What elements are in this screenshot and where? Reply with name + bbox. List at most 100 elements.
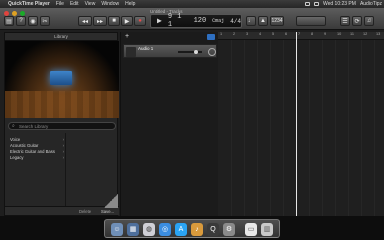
- search-input[interactable]: ⌕ Search Library: [8, 122, 116, 130]
- safari-icon[interactable]: ◎: [159, 223, 171, 236]
- grid-line: [361, 40, 362, 216]
- search-icon: ⌕: [12, 123, 15, 129]
- grid-line: [270, 40, 271, 216]
- menu-window[interactable]: Window: [101, 1, 119, 7]
- amp-icon: [50, 71, 72, 85]
- ruler-mark: 12: [363, 32, 368, 36]
- loop-browser-button[interactable]: ⟳: [352, 16, 362, 26]
- count-in-button[interactable]: 1234: [270, 16, 284, 26]
- ruler-mark: 3: [246, 32, 249, 36]
- lcd-play-icon: ▶: [157, 17, 162, 26]
- category-item-legacy[interactable]: Legacy ›: [7, 155, 65, 161]
- stage-floor: [5, 91, 119, 118]
- dock: ☺ ▦ ◍ ◎ A ♪ Q ⚙ ▭ ▥: [104, 219, 280, 238]
- catch-playhead-button[interactable]: [207, 34, 215, 40]
- quicktime-icon[interactable]: Q: [207, 223, 219, 236]
- ruler-mark: 8: [311, 32, 314, 36]
- media-browser-button[interactable]: ♫: [364, 16, 374, 26]
- save-button[interactable]: Save...: [101, 209, 114, 214]
- app-store-icon[interactable]: A: [175, 223, 187, 236]
- category-label: Acoustic Guitar: [10, 143, 39, 148]
- microphone-icon: [126, 47, 136, 57]
- ruler-mark: 7: [298, 32, 301, 36]
- lcd-tempo: 120: [193, 17, 207, 25]
- grid-line: [309, 40, 310, 216]
- garageband-icon[interactable]: ♪: [191, 223, 203, 236]
- grid-line: [335, 40, 336, 216]
- menu-edit[interactable]: Edit: [70, 1, 79, 7]
- grid-line: [244, 40, 245, 216]
- category-label: Electric Guitar and Bass: [10, 149, 55, 154]
- help-button[interactable]: ?: [16, 16, 26, 26]
- category-label: Legacy: [10, 155, 24, 160]
- category-label: Voice: [10, 137, 21, 142]
- menubar-status: Wed 10:23 PM AudioTipz: [304, 0, 382, 8]
- rewind-button[interactable]: ◂◂: [78, 16, 92, 26]
- control-bar: Untitled - Tracks ▤ ? ◉ ✂ ◂◂ ▸▸ ■ ▶ ● ▶ …: [0, 8, 384, 30]
- launchpad-icon[interactable]: ◍: [143, 223, 155, 236]
- grid-line: [322, 40, 323, 216]
- tracks-area[interactable]: 1 2 3 4 5 6 7 8 9 10 11 12 13: [218, 32, 384, 216]
- stop-button[interactable]: ■: [108, 16, 120, 26]
- documents-stack-icon[interactable]: ▭: [245, 223, 257, 236]
- search-placeholder: Search Library: [19, 124, 49, 129]
- track-name: Audio 1: [138, 46, 154, 51]
- library-panel: Library ⌕ Search Library Voice › Acoustic…: [4, 32, 119, 216]
- master-volume-slider[interactable]: [296, 16, 326, 26]
- play-button[interactable]: ▶: [121, 16, 133, 26]
- delete-button[interactable]: Delete: [79, 209, 91, 214]
- playhead[interactable]: [296, 32, 297, 216]
- ruler-mark: 10: [337, 32, 342, 36]
- menu-app-name[interactable]: QuickTime Player: [8, 1, 50, 7]
- library-category-list: Voice › Acoustic Guitar › Electric Guitar …: [7, 137, 65, 161]
- grid-line: [374, 40, 375, 216]
- ruler-mark: 13: [376, 32, 381, 36]
- library-toggle-button[interactable]: ▤: [4, 16, 14, 26]
- finder-icon[interactable]: ☺: [111, 223, 123, 236]
- ruler-mark: 11: [350, 32, 354, 36]
- library-title: Library: [5, 33, 117, 41]
- battery-icon[interactable]: [313, 2, 319, 6]
- grid-line: [283, 40, 284, 216]
- menu-help[interactable]: Help: [125, 1, 135, 7]
- menubar-clock[interactable]: Wed 10:23 PM: [323, 1, 356, 7]
- forward-button[interactable]: ▸▸: [93, 16, 107, 26]
- ruler-mark: 9: [324, 32, 327, 36]
- ruler[interactable]: 1 2 3 4 5 6 7 8 9 10 11 12 13: [218, 32, 384, 40]
- ruler-mark: 4: [259, 32, 262, 36]
- grid-line: [231, 40, 232, 216]
- metronome-button[interactable]: ▲: [258, 16, 268, 26]
- ruler-mark: 2: [233, 32, 236, 36]
- ruler-mark: 6: [285, 32, 288, 36]
- menu-bar: QuickTime Player File Edit View Window H…: [0, 0, 384, 8]
- track-header-area: + Audio 1: [120, 32, 218, 216]
- page-curl-icon[interactable]: [104, 194, 118, 208]
- lcd-key: Cmaj: [212, 18, 225, 24]
- menu-file[interactable]: File: [56, 1, 64, 7]
- system-preferences-icon[interactable]: ⚙: [223, 223, 235, 236]
- lcd-position: 9 1 1: [167, 13, 182, 29]
- menu-view[interactable]: View: [85, 1, 96, 7]
- notepad-button[interactable]: ☰: [340, 16, 350, 26]
- tuner-button[interactable]: ♩: [246, 16, 256, 26]
- column-divider: [65, 133, 66, 213]
- trash-icon[interactable]: ▥: [261, 223, 273, 236]
- library-footer: Delete Save...: [5, 206, 119, 215]
- menubar-user[interactable]: AudioTipz: [360, 1, 382, 7]
- track-header[interactable]: Audio 1: [123, 44, 217, 58]
- patch-preview-image: [5, 41, 119, 118]
- mission-control-icon[interactable]: ▦: [127, 223, 139, 236]
- smart-controls-button[interactable]: ◉: [28, 16, 38, 26]
- lcd-display[interactable]: ▶ 9 1 1 120 Cmaj 4/4: [150, 13, 242, 29]
- volume-knob[interactable]: [194, 50, 198, 54]
- wifi-icon[interactable]: [304, 2, 310, 6]
- record-button[interactable]: ●: [134, 16, 146, 26]
- garageband-window: Untitled - Tracks ▤ ? ◉ ✂ ◂◂ ▸▸ ■ ▶ ● ▶ …: [0, 8, 384, 216]
- grid-line: [257, 40, 258, 216]
- track-volume-slider[interactable]: [178, 50, 202, 54]
- lcd-time-signature: 4/4: [230, 17, 241, 25]
- chevron-right-icon: ›: [62, 155, 64, 160]
- editors-button[interactable]: ✂: [40, 16, 50, 26]
- pan-knob[interactable]: [208, 48, 216, 56]
- add-track-button[interactable]: +: [125, 33, 129, 40]
